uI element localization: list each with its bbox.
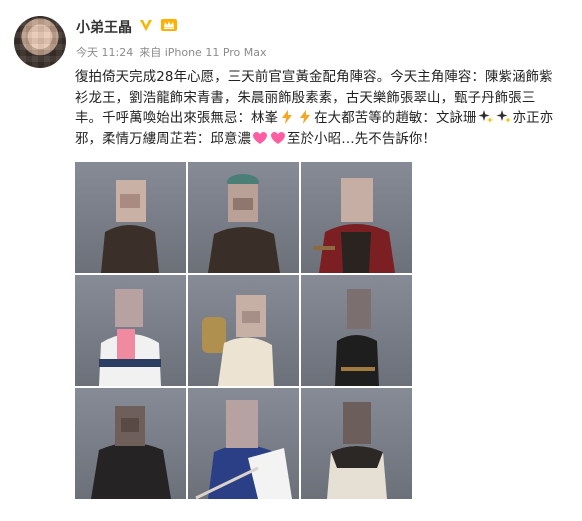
vip-crown-icon[interactable] [160,17,178,37]
photo-7[interactable] [75,388,186,499]
photo-3[interactable] [301,162,412,273]
post-time[interactable]: 今天 11:24 [76,44,133,60]
photo-1[interactable] [75,162,186,273]
photo-8[interactable] [188,388,299,499]
photo-5[interactable] [188,275,299,386]
photo-grid [75,162,413,500]
post-header: 小弟王晶 今天 11:24 来自 iPhone 11 Pro Max [76,18,572,60]
photo-6[interactable] [301,275,412,386]
post-line: 邪，柔情万縷周芷若：邱意濃 至於小昭…先不告訴你！ [75,130,575,151]
lightning-icon [278,110,296,126]
verified-v-icon [138,17,154,37]
user-avatar[interactable] [14,16,66,68]
post-body: 復拍倚天完成28年心愿，三天前官宣黃金配角陣容。今天主角陣容：陳紫涵飾紫 衫龙王… [75,68,575,150]
post-line: 丰。千呼萬喚始出來張無忌：林峯 在大都苦等的趙敏：文詠珊 亦正亦 [75,109,575,130]
post-source[interactable]: 来自 iPhone 11 Pro Max [139,44,266,60]
post-text-segment: 在大都苦等的趙敏：文詠珊 [314,111,477,126]
post-text-segment: 邪，柔情万縷周芷若：邱意濃 [75,131,252,147]
heart-icon [251,131,269,147]
photo-2[interactable] [188,162,299,273]
heart-icon [269,131,287,147]
sparkle-icon [495,110,513,126]
lightning-icon [296,110,314,126]
username[interactable]: 小弟王晶 [76,17,132,37]
sparkle-icon [477,110,495,126]
post-line: 復拍倚天完成28年心愿，三天前官宣黃金配角陣容。今天主角陣容：陳紫涵飾紫 [75,70,553,85]
post-line: 衫龙王，劉浩龍飾宋青書，朱晨丽飾殷素素，古天樂飾張翠山，甄子丹飾張三 [75,90,536,106]
post-text-segment: 至於小昭…先不告訴你！ [287,131,436,147]
post-text-segment: 丰。千呼萬喚始出來張無忌：林峯 [75,111,279,126]
post-meta: 今天 11:24 来自 iPhone 11 Pro Max [76,44,572,60]
photo-4[interactable] [75,275,186,386]
photo-9[interactable] [301,388,412,499]
post-text-segment: 亦正亦 [512,111,554,126]
